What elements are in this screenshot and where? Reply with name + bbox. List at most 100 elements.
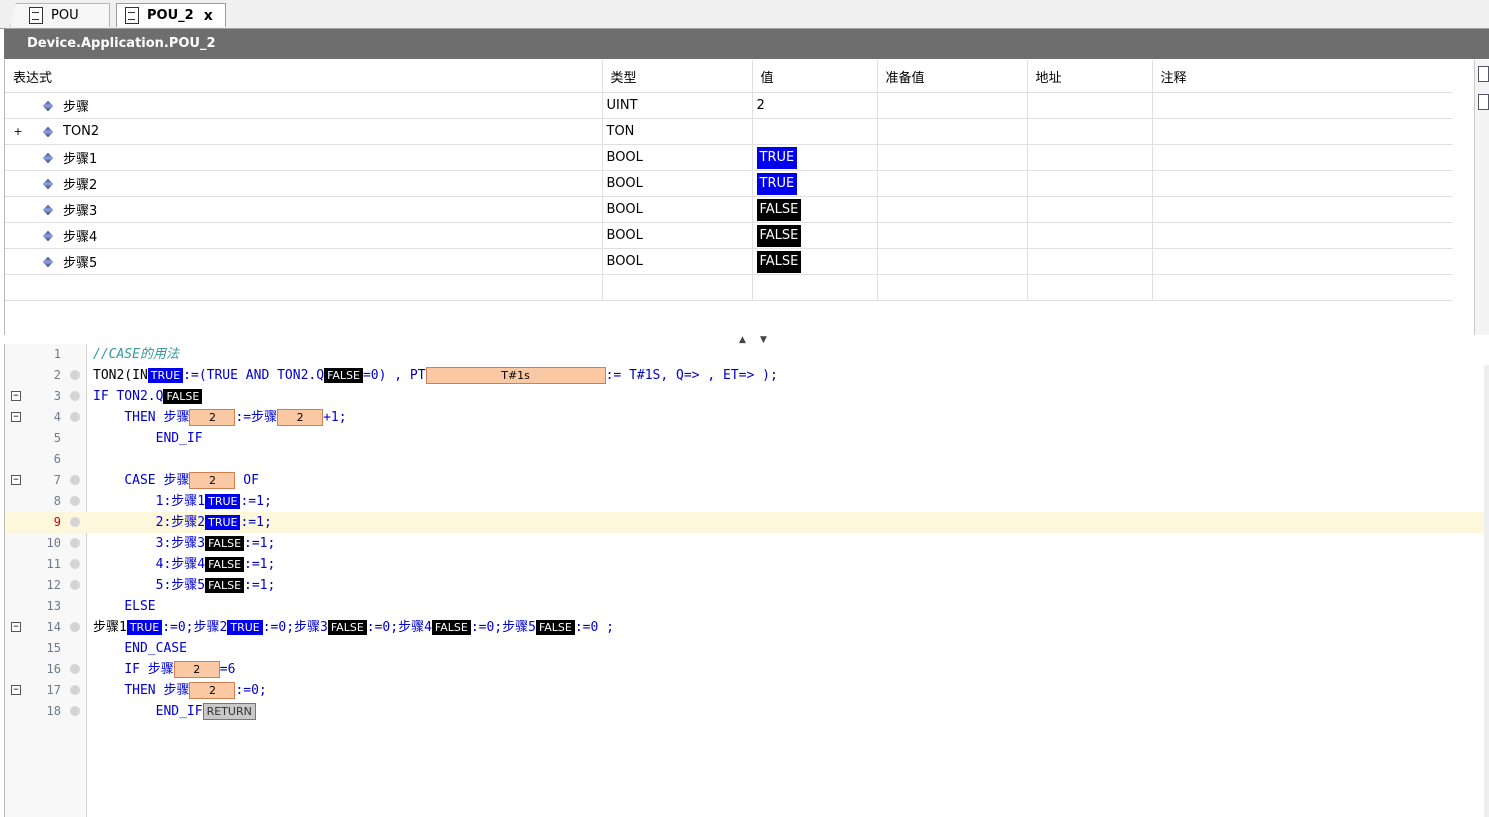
code-line[interactable]: 13 ELSE [5, 596, 1489, 617]
code-line[interactable]: 12 5:步骤5 FALSE:=1; [5, 575, 1489, 596]
value-cell[interactable] [751, 274, 877, 301]
type-cell: BOOL [601, 196, 752, 223]
column-header-type[interactable]: 类型 [601, 60, 752, 93]
prepared-value-cell[interactable] [876, 170, 1027, 197]
breakpoint-marker[interactable] [70, 580, 80, 590]
panel-splitter[interactable]: ▲ ▼ [4, 335, 1489, 345]
code-line[interactable]: − 17 THEN 步骤 2:=0; [5, 680, 1489, 701]
table-row[interactable]: 步骤4 BOOL FALSE [5, 222, 1453, 249]
variable-icon [42, 178, 54, 189]
value-cell[interactable]: TRUE [751, 144, 877, 171]
toolbar-doc-icon[interactable] [1478, 66, 1489, 82]
address-cell [1026, 118, 1152, 145]
table-row[interactable]: 步骤 UINT 2 [5, 92, 1453, 119]
code-editor[interactable]: 1 //CASE的用法 2 TON2(IN TRUE:=(TRUE AND TON… [4, 344, 1489, 817]
prepared-value-cell[interactable] [876, 274, 1027, 301]
column-header-comment[interactable]: 注释 [1151, 60, 1453, 93]
code-line[interactable]: 11 4:步骤4 FALSE:=1; [5, 554, 1489, 575]
expression-cell[interactable]: 步骤3 [5, 196, 602, 223]
column-header-expression[interactable]: 表达式 [5, 60, 602, 93]
column-header-value[interactable]: 值 [751, 60, 877, 93]
breakpoint-marker[interactable] [70, 412, 80, 422]
line-number: 13 [46, 599, 61, 613]
column-header-prepared-value[interactable]: 准备值 [876, 60, 1027, 93]
table-row[interactable]: 步骤1 BOOL TRUE [5, 144, 1453, 171]
fold-toggle-icon[interactable]: − [11, 412, 21, 422]
breakpoint-marker[interactable] [70, 559, 80, 569]
expand-icon[interactable]: + [9, 125, 27, 138]
tab-pou[interactable]: POU [10, 3, 110, 27]
column-header-address[interactable]: 地址 [1026, 60, 1152, 93]
code-comment: //CASE的用法 [93, 347, 179, 362]
breakpoint-marker[interactable] [70, 370, 80, 380]
line-number: 18 [46, 704, 61, 718]
code-text: 2:步骤2 [155, 515, 206, 530]
expression-cell[interactable]: 步骤 [5, 92, 602, 119]
code-line[interactable]: − 7 CASE 步骤 2 OF [5, 470, 1489, 491]
prepared-value-cell[interactable] [876, 144, 1027, 171]
line-number: 17 [46, 683, 61, 697]
value-cell[interactable]: 2 [751, 92, 877, 119]
prepared-value-cell[interactable] [876, 222, 1027, 249]
breakpoint-marker[interactable] [70, 475, 80, 485]
code-line[interactable]: 8 1:步骤1 TRUE:=1; [5, 491, 1489, 512]
code-text: :=1; [244, 557, 276, 572]
inline-value-true: TRUE [227, 620, 263, 635]
table-row[interactable]: 步骤5 BOOL FALSE [5, 248, 1453, 275]
code-line[interactable]: 18 END_IF RETURN [5, 701, 1489, 722]
toolbar-list-icon[interactable] [1478, 94, 1489, 110]
code-line-current[interactable]: 9 2:步骤2 TRUE:=1; [5, 512, 1489, 533]
prepared-value-cell[interactable] [876, 248, 1027, 275]
fold-toggle-icon[interactable]: − [11, 622, 21, 632]
breakpoint-marker[interactable] [70, 538, 80, 548]
breakpoint-marker[interactable] [70, 517, 80, 527]
code-line[interactable]: 16 IF 步骤 2 =6 [5, 659, 1489, 680]
tab-pou-2[interactable]: POU_2 x [116, 3, 226, 27]
table-row[interactable]: 步骤3 BOOL FALSE [5, 196, 1453, 223]
table-row[interactable]: 步骤2 BOOL TRUE [5, 170, 1453, 197]
code-line[interactable]: − 4 THEN 步骤 2:=步骤 2 +1; [5, 407, 1489, 428]
value-cell[interactable]: FALSE [751, 196, 877, 223]
value-cell[interactable]: FALSE [751, 222, 877, 249]
table-row-empty[interactable] [5, 274, 1453, 301]
expression-cell[interactable] [5, 274, 602, 301]
code-text: 1:步骤1 [155, 494, 206, 509]
fold-toggle-icon[interactable]: − [11, 391, 21, 401]
fold-toggle-icon[interactable]: − [11, 475, 21, 485]
breakpoint-marker[interactable] [70, 391, 80, 401]
code-text: :=(TRUE AND TON2.Q [183, 368, 325, 383]
code-line[interactable]: − 3 IF TON2.Q FALSE [5, 386, 1489, 407]
breakpoint-marker[interactable] [70, 706, 80, 716]
code-line[interactable]: 10 3:步骤3 FALSE:=1; [5, 533, 1489, 554]
value-cell[interactable] [751, 118, 877, 145]
table-row[interactable]: + TON2 TON [5, 118, 1453, 145]
tab-label: POU_2 [147, 8, 194, 23]
breakpoint-marker[interactable] [70, 685, 80, 695]
code-line[interactable]: 6 [5, 449, 1489, 470]
breakpoint-marker[interactable] [70, 496, 80, 506]
code-line[interactable]: − 14 步骤1 TRUE:=0;步骤2 TRUE:=0;步骤3 FALSE:=0;步… [5, 617, 1489, 638]
vertical-scrollbar[interactable] [1484, 365, 1489, 817]
watch-table-panel: 表达式 类型 值 准备值 地址 注释 步骤 UINT 2 + TON2 TON 步骤1 BOO… [4, 60, 1476, 336]
prepared-value-cell[interactable] [876, 118, 1027, 145]
expression-cell[interactable]: 步骤2 [5, 170, 602, 197]
code-line[interactable]: 2 TON2(IN TRUE:=(TRUE AND TON2.Q FALSE =0) … [5, 365, 1489, 386]
line-number: 7 [53, 473, 61, 487]
code-line[interactable]: 5 END_IF [5, 428, 1489, 449]
code-line[interactable]: 15 END_CASE [5, 638, 1489, 659]
breakpoint-marker[interactable] [70, 622, 80, 632]
code-text: END_CASE [124, 641, 187, 656]
value-cell[interactable]: FALSE [751, 248, 877, 275]
fold-toggle-icon[interactable]: − [11, 685, 21, 695]
expression-cell[interactable]: 步骤4 [5, 222, 602, 249]
prepared-value-cell[interactable] [876, 92, 1027, 119]
value-cell[interactable]: TRUE [751, 170, 877, 197]
expression-cell[interactable]: + TON2 [5, 118, 602, 145]
code-line[interactable]: 1 //CASE的用法 [5, 344, 1489, 365]
inline-return-marker: RETURN [202, 703, 256, 720]
breakpoint-marker[interactable] [70, 664, 80, 674]
prepared-value-cell[interactable] [876, 196, 1027, 223]
expression-cell[interactable]: 步骤1 [5, 144, 602, 171]
close-tab-icon[interactable]: x [204, 8, 213, 24]
expression-cell[interactable]: 步骤5 [5, 248, 602, 275]
